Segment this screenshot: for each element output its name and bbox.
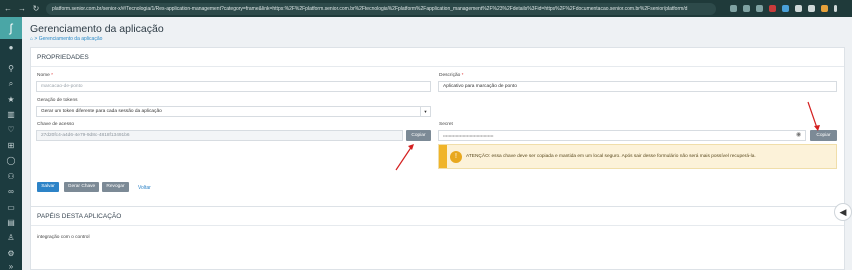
- star-icon[interactable]: ★: [6, 95, 16, 105]
- secret-input[interactable]: ••••••••••••••••••••••••••••••••••••: [438, 130, 806, 141]
- roles-card: PAPÉIS DESTA APLICAÇÃO: [30, 206, 845, 270]
- nome-input[interactable]: marcacao-de-ponto: [36, 81, 431, 92]
- user-icon[interactable]: ♙: [6, 233, 16, 243]
- settings-icon[interactable]: ⚙: [6, 249, 16, 259]
- warning-icon: !: [450, 151, 462, 163]
- search-icon[interactable]: ⌕: [6, 79, 16, 89]
- secret-label: Secret: [439, 122, 453, 127]
- page-title: Gerenciamento da aplicação: [30, 23, 164, 35]
- geracao-label: Geração de tokens: [37, 98, 78, 103]
- descricao-input[interactable]: Aplicativo para marcação de ponto: [438, 81, 837, 92]
- chevron-down-icon[interactable]: ▼: [420, 107, 430, 116]
- save-button[interactable]: Salvar: [37, 182, 59, 192]
- tools-icon[interactable]: ⚲: [6, 64, 16, 74]
- senior-logo-icon[interactable]: ʃ: [0, 17, 22, 39]
- heart-icon[interactable]: ♡: [6, 125, 16, 135]
- descricao-label: Descrição *: [439, 73, 464, 78]
- printer-icon[interactable]: ▤: [6, 218, 16, 228]
- home-icon[interactable]: ⌂: [30, 36, 33, 42]
- revoke-button[interactable]: Revogar: [102, 182, 129, 192]
- handshake-icon[interactable]: ∞: [6, 187, 16, 197]
- reload-icon[interactable]: ↻: [32, 4, 40, 13]
- bookmark-icon[interactable]: [743, 5, 750, 12]
- chart-icon[interactable]: ▥: [6, 110, 16, 120]
- breadcrumb[interactable]: ⌂ > Gerenciamento da aplicação: [30, 36, 102, 42]
- org-icon[interactable]: ⊞: [6, 141, 16, 151]
- nome-label: Nome *: [37, 73, 54, 78]
- roles-heading: PAPÉIS DESTA APLICAÇÃO: [31, 207, 844, 226]
- geracao-selected: Gerar um token diferente para cada sessã…: [41, 109, 162, 114]
- breadcrumb-current: Gerenciamento da aplicação: [38, 36, 103, 42]
- extensions-bar: [730, 5, 837, 12]
- geracao-select[interactable]: Gerar um token diferente para cada sessã…: [36, 106, 431, 117]
- role-item[interactable]: integração com o control: [37, 235, 90, 240]
- chave-input[interactable]: 27d20fc4-a4d6-4e79-9d8c-4818f13491b6: [36, 130, 403, 141]
- people-icon[interactable]: ⚇: [6, 172, 16, 182]
- wallet-icon[interactable]: ▭: [6, 203, 16, 213]
- user-circle-icon[interactable]: ●: [6, 43, 16, 53]
- app-sidebar: ʃ ● ⚲ ⌕ ★ ▥ ♡ ⊞ ◯ ⚇ ∞ ▭ ▤ ♙ ⚙ »: [0, 17, 22, 270]
- megaphone-icon: ◀: [839, 207, 847, 217]
- profile-icon[interactable]: [821, 5, 828, 12]
- forward-icon[interactable]: →: [18, 4, 26, 13]
- url-text: platform.senior.com.br/senior-x/#/Tecnol…: [52, 5, 688, 12]
- translate-icon[interactable]: [730, 5, 737, 12]
- copy-key-button[interactable]: Copiar: [406, 130, 431, 141]
- warning-text: ATENÇÃO: essa chave deve ser copiada e m…: [466, 154, 756, 159]
- address-bar[interactable]: platform.senior.com.br/senior-x/#/Tecnol…: [46, 2, 716, 15]
- share-icon[interactable]: [756, 5, 763, 12]
- extension-icon[interactable]: [769, 5, 776, 12]
- puzzle-icon[interactable]: [795, 5, 802, 12]
- back-link[interactable]: Voltar: [138, 185, 151, 191]
- warning-alert: ! ATENÇÃO: essa chave deve ser copiada e…: [438, 144, 837, 169]
- annotation-arrow-right: [807, 101, 820, 131]
- shield-icon[interactable]: ◯: [6, 156, 16, 166]
- expand-icon[interactable]: »: [6, 262, 16, 270]
- feedback-button[interactable]: ◀: [834, 203, 852, 221]
- annotation-arrow-left: [395, 144, 414, 171]
- sidepanel-icon[interactable]: [808, 5, 815, 12]
- extension-icon[interactable]: [782, 5, 789, 12]
- menu-icon[interactable]: [834, 5, 837, 12]
- chave-label: Chave de acesso: [37, 122, 75, 127]
- browser-toolbar: ← → ↻ platform.senior.com.br/senior-x/#/…: [0, 0, 852, 17]
- eye-icon[interactable]: ◉: [796, 131, 801, 138]
- generate-key-button[interactable]: Gerar Chave: [64, 182, 99, 192]
- warning-bar: [439, 145, 447, 168]
- back-icon[interactable]: ←: [4, 4, 12, 13]
- properties-heading: PROPRIEDADES: [31, 48, 844, 67]
